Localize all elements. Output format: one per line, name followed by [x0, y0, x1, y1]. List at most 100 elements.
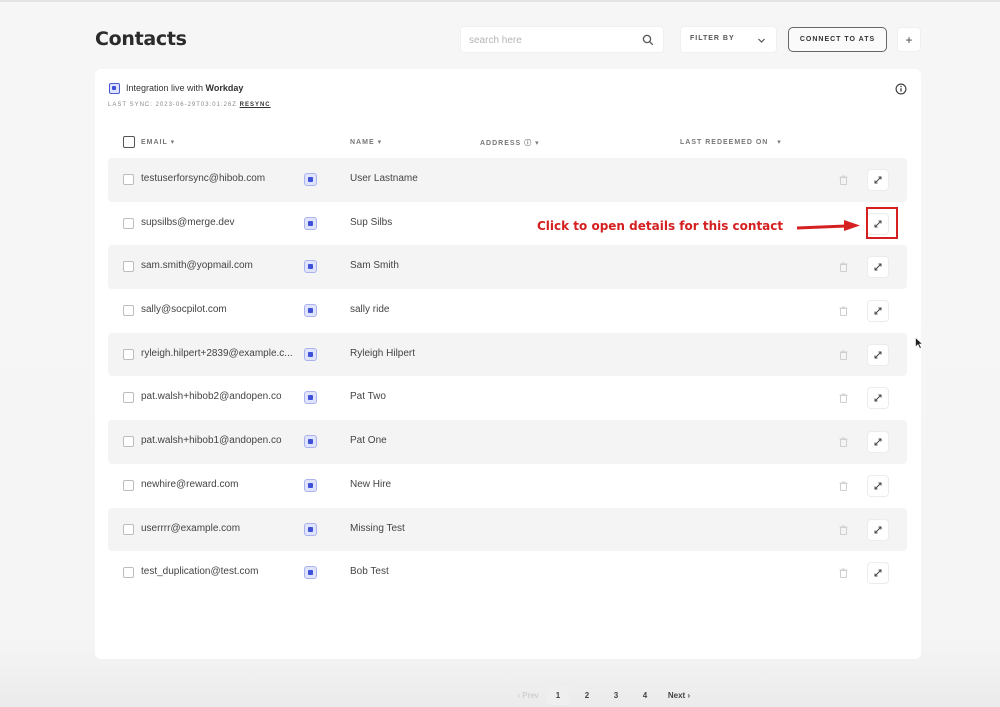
delete-icon[interactable]: [832, 169, 854, 191]
table-row[interactable]: pat.walsh+hibob1@andopen.co Pat One: [108, 420, 907, 464]
expand-details-icon[interactable]: [867, 343, 889, 366]
search-icon[interactable]: [642, 34, 654, 46]
row-checkbox[interactable]: [123, 217, 134, 229]
last-sync-line: LAST SYNC: 2023-06-29T03:01:26Z RESYNC: [108, 102, 271, 108]
info-icon[interactable]: [895, 83, 907, 95]
page-3-button[interactable]: 3: [606, 685, 626, 705]
column-header-name[interactable]: NAME ▾: [350, 138, 382, 146]
page-2-button[interactable]: 2: [577, 685, 597, 705]
select-all-checkbox[interactable]: [123, 136, 135, 148]
row-checkbox[interactable]: [123, 567, 134, 579]
sort-down-icon: ▾: [377, 139, 383, 146]
filter-dropdown[interactable]: FILTER BY: [680, 26, 777, 53]
table-row[interactable]: userrrr@example.com Missing Test: [108, 507, 907, 552]
expand-details-icon[interactable]: [867, 518, 889, 541]
row-checkbox[interactable]: [123, 392, 134, 404]
search-box[interactable]: [460, 26, 664, 53]
resync-link[interactable]: RESYNC: [240, 102, 271, 108]
expand-details-icon[interactable]: [867, 474, 889, 497]
row-checkbox[interactable]: [123, 305, 134, 317]
last-sync-text: LAST SYNC: 2023-06-29T03:01:26Z: [108, 102, 237, 108]
table-row[interactable]: sally@socpilot.com sally ride: [108, 289, 907, 333]
filter-label: FILTER BY: [690, 35, 735, 42]
page-1-button[interactable]: 1: [547, 685, 569, 705]
table-row[interactable]: ryleigh.hilpert+2839@example.c... Ryleigh…: [108, 332, 907, 377]
contact-email: ryleigh.hilpert+2839@example.c...: [141, 347, 293, 359]
table-row[interactable]: sam.smith@yopmail.com Sam Smith: [108, 245, 907, 290]
delete-icon[interactable]: [832, 300, 854, 322]
annotation-text: Click to open details for this contact: [537, 219, 784, 233]
column-header-last-redeemed[interactable]: LAST REDEEMED ON ▾: [680, 138, 782, 146]
delete-icon[interactable]: [832, 387, 854, 409]
contact-name: Pat Two: [350, 391, 386, 403]
annotation-highlight-box: [866, 207, 898, 239]
contact-name: Sup Silbs: [350, 216, 393, 228]
contact-name: Ryleigh Hilpert: [350, 347, 416, 359]
page-title: Contacts: [95, 28, 187, 50]
table-row[interactable]: pat.walsh+hibob2@andopen.co Pat Two: [108, 376, 907, 420]
delete-icon[interactable]: [832, 475, 854, 497]
table-row[interactable]: newhire@reward.com New Hire: [108, 464, 907, 508]
table-row[interactable]: testuserforsync@hibob.com User Lastname: [108, 158, 907, 202]
expand-details-icon[interactable]: [867, 387, 889, 410]
row-checkbox[interactable]: [123, 479, 134, 491]
contact-name: Missing Test: [350, 522, 405, 534]
connect-to-ats-button[interactable]: CONNECT TO ATS: [788, 27, 887, 52]
next-page-button[interactable]: Next ›: [664, 685, 694, 705]
expand-details-icon[interactable]: [867, 300, 889, 323]
table-header: EMAIL ▾ NAME ▾ ADDRESS ⓘ ▾ LAST REDEEMED…: [108, 135, 908, 151]
contact-email: pat.walsh+hibob1@andopen.co: [141, 435, 282, 447]
row-checkbox[interactable]: [123, 348, 134, 360]
contact-name: sally ride: [350, 304, 390, 316]
row-checkbox[interactable]: [123, 261, 134, 273]
sync-status-icon: [304, 260, 317, 274]
integration-provider: Workday: [205, 83, 244, 93]
sync-status-icon: [304, 304, 317, 318]
contact-name: Bob Test: [350, 566, 389, 578]
expand-details-icon[interactable]: [867, 431, 889, 454]
contacts-table-body: testuserforsync@hibob.com User Lastname su…: [108, 158, 907, 595]
expand-details-icon[interactable]: [867, 169, 889, 191]
row-checkbox[interactable]: [123, 174, 134, 185]
add-button[interactable]: +: [897, 27, 921, 52]
annotation-arrow-icon: [796, 220, 860, 231]
sort-down-icon: ▾: [777, 139, 782, 146]
mouse-cursor-icon: [915, 337, 923, 349]
page-header: Contacts FILTER BY CONNECT TO ATS +: [95, 26, 921, 54]
sync-status-icon: [304, 566, 317, 580]
delete-icon[interactable]: [832, 344, 854, 366]
search-input[interactable]: [469, 32, 639, 48]
contact-email: sam.smith@yopmail.com: [141, 260, 253, 272]
contact-name: New Hire: [350, 478, 392, 490]
integration-status-text: Integration live with Workday: [126, 83, 244, 93]
row-checkbox[interactable]: [123, 436, 134, 448]
contact-email: newhire@reward.com: [141, 478, 239, 490]
page-4-button[interactable]: 4: [635, 685, 655, 705]
delete-icon[interactable]: [832, 519, 854, 541]
sync-status-icon: [304, 435, 317, 449]
prev-page-button[interactable]: ‹ Prev: [515, 685, 541, 705]
sync-status-icon: [304, 391, 317, 405]
chevron-down-icon: [758, 38, 765, 43]
sort-down-icon: ▾: [535, 140, 540, 147]
sync-status-icon: [304, 347, 317, 361]
table-row[interactable]: test_duplication@test.com Bob Test: [108, 551, 907, 595]
sync-status-icon: [304, 478, 317, 492]
sync-status-icon: [304, 216, 317, 230]
row-checkbox[interactable]: [123, 523, 134, 535]
expand-details-icon[interactable]: [867, 562, 889, 585]
contact-email: sally@socpilot.com: [141, 304, 227, 316]
table-row[interactable]: supsilbs@merge.dev Sup Silbs: [108, 202, 907, 246]
contact-email: pat.walsh+hibob2@andopen.co: [141, 391, 282, 403]
column-header-email[interactable]: EMAIL ▾: [141, 138, 175, 146]
column-header-address[interactable]: ADDRESS ⓘ ▾: [480, 138, 540, 148]
top-divider: [0, 0, 1000, 2]
delete-icon[interactable]: [832, 431, 854, 453]
sort-down-icon: ▾: [170, 139, 176, 146]
delete-icon[interactable]: [832, 562, 854, 584]
contacts-card: Integration live with Workday LAST SYNC:…: [95, 69, 921, 705]
contact-email: supsilbs@merge.dev: [141, 216, 235, 228]
contact-email: test_duplication@test.com: [141, 566, 259, 578]
delete-icon[interactable]: [832, 256, 854, 278]
expand-details-icon[interactable]: [867, 256, 889, 279]
